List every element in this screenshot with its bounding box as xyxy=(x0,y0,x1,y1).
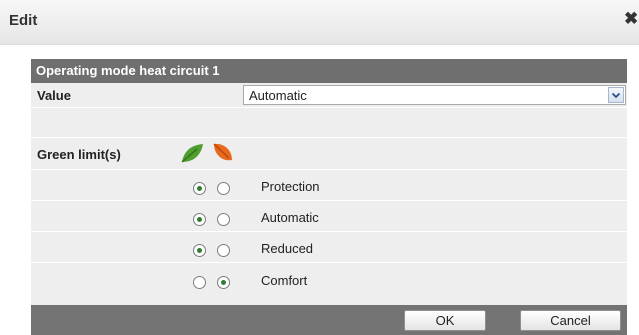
value-label: Value xyxy=(37,88,71,103)
mode-row: Protection xyxy=(31,170,627,201)
orange-leaf-icon xyxy=(213,143,232,161)
mode-label: Protection xyxy=(261,179,320,194)
green-limits-label: Green limit(s) xyxy=(37,147,121,162)
ok-button[interactable]: OK xyxy=(404,310,486,331)
radio-orange-protection[interactable] xyxy=(217,182,230,195)
spacer-row xyxy=(31,108,627,138)
radio-green-protection[interactable] xyxy=(193,182,206,195)
radio-green-automatic[interactable] xyxy=(193,213,206,226)
mode-row: Automatic xyxy=(31,201,627,232)
green-leaf-icon xyxy=(181,144,203,163)
dialog-title: Edit xyxy=(9,12,38,29)
radio-green-comfort[interactable] xyxy=(193,276,206,289)
settings-panel: Operating mode heat circuit 1 Value Auto… xyxy=(31,59,627,335)
green-limits-row: Green limit(s) xyxy=(31,138,627,170)
value-select[interactable]: Automatic xyxy=(243,85,626,105)
radio-orange-comfort[interactable] xyxy=(217,276,230,289)
dropdown-button[interactable] xyxy=(608,87,624,103)
close-icon[interactable]: ✖ xyxy=(624,9,638,29)
cancel-button[interactable]: Cancel xyxy=(520,310,621,331)
mode-label: Comfort xyxy=(261,273,308,288)
mode-label: Automatic xyxy=(261,210,319,225)
chevron-down-icon xyxy=(611,92,621,99)
dialog-titlebar: Edit ✖ xyxy=(0,0,639,45)
radio-green-reduced[interactable] xyxy=(193,244,206,257)
value-row: Value Automatic xyxy=(31,83,627,108)
radio-orange-automatic[interactable] xyxy=(217,213,230,226)
radio-orange-reduced[interactable] xyxy=(217,244,230,257)
dialog-footer: OK Cancel xyxy=(31,305,627,335)
panel-header: Operating mode heat circuit 1 xyxy=(31,59,627,83)
mode-label: Reduced xyxy=(261,241,314,256)
panel-title: Operating mode heat circuit 1 xyxy=(36,63,220,78)
value-select-text: Automatic xyxy=(249,88,307,103)
mode-row: Reduced xyxy=(31,232,627,263)
mode-row: Comfort xyxy=(31,263,627,295)
